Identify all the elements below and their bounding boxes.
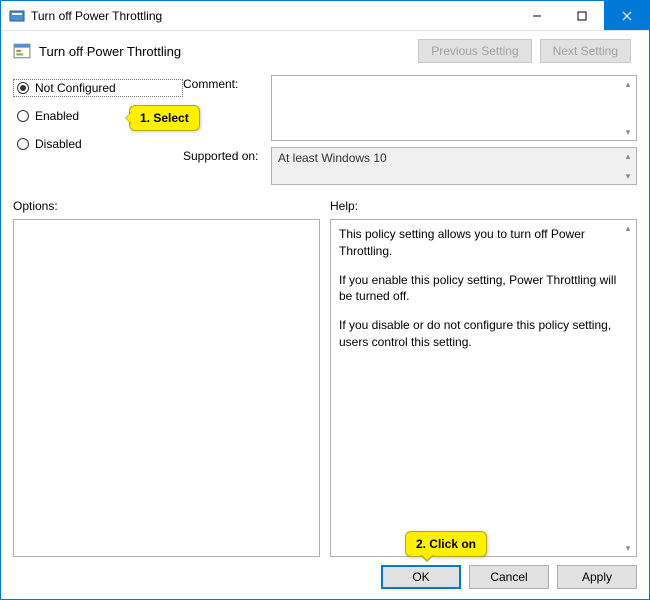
options-box xyxy=(13,219,320,557)
options-column: Options: xyxy=(13,199,320,557)
window-title: Turn off Power Throttling xyxy=(31,9,514,23)
radio-disabled[interactable]: Disabled xyxy=(13,135,183,153)
radio-label: Not Configured xyxy=(35,81,116,95)
apply-button[interactable]: Apply xyxy=(557,565,637,589)
columns-row: Options: Help: This policy setting allow… xyxy=(13,199,637,557)
help-box: This policy setting allows you to turn o… xyxy=(330,219,637,557)
titlebar: Turn off Power Throttling xyxy=(1,1,649,31)
header-row: Turn off Power Throttling Previous Setti… xyxy=(13,39,637,63)
radio-label: Enabled xyxy=(35,109,79,123)
help-paragraph: This policy setting allows you to turn o… xyxy=(339,226,628,260)
annotation-select: 1. Select xyxy=(129,105,200,131)
radio-label: Disabled xyxy=(35,137,82,151)
maximize-button[interactable] xyxy=(559,1,604,30)
help-label: Help: xyxy=(330,199,637,213)
titlebar-buttons xyxy=(514,1,649,30)
help-paragraph: If you enable this policy setting, Power… xyxy=(339,272,628,306)
close-button[interactable] xyxy=(604,1,649,30)
scroll-up-icon[interactable]: ▴ xyxy=(621,149,635,163)
radio-circle-icon xyxy=(17,138,29,150)
comment-textarea[interactable]: ▴ ▾ xyxy=(271,75,637,141)
minimize-button[interactable] xyxy=(514,1,559,30)
cancel-button[interactable]: Cancel xyxy=(469,565,549,589)
scroll-up-icon[interactable]: ▴ xyxy=(621,221,635,235)
content-area: Turn off Power Throttling Previous Setti… xyxy=(1,31,649,599)
radio-circle-icon xyxy=(17,110,29,122)
comment-row: Comment: ▴ ▾ xyxy=(183,75,637,141)
nav-buttons: Previous Setting Next Setting xyxy=(418,39,631,63)
scroll-down-icon[interactable]: ▾ xyxy=(621,169,635,183)
config-fields: Comment: ▴ ▾ Supported on: At least Wind… xyxy=(183,75,637,185)
help-paragraph: If you disable or do not configure this … xyxy=(339,317,628,351)
radio-not-configured[interactable]: Not Configured xyxy=(13,79,183,97)
app-icon xyxy=(9,8,25,24)
supported-label: Supported on: xyxy=(183,147,263,185)
annotation-click-on: 2. Click on xyxy=(405,531,487,557)
supported-value: At least Windows 10 xyxy=(278,151,387,165)
options-label: Options: xyxy=(13,199,320,213)
radio-dot-icon xyxy=(17,82,29,94)
previous-setting-button[interactable]: Previous Setting xyxy=(418,39,531,63)
scroll-up-icon[interactable]: ▴ xyxy=(621,77,635,91)
next-setting-button[interactable]: Next Setting xyxy=(540,39,631,63)
config-row: Not Configured Enabled Disabled Comment:… xyxy=(13,75,637,185)
policy-editor-window: Turn off Power Throttling Turn off Power… xyxy=(0,0,650,600)
supported-on-field: At least Windows 10 ▴ ▾ xyxy=(271,147,637,185)
policy-icon xyxy=(13,42,31,60)
help-column: Help: This policy setting allows you to … xyxy=(330,199,637,557)
policy-title: Turn off Power Throttling xyxy=(39,44,418,59)
footer-buttons: 2. Click on OK Cancel Apply xyxy=(13,557,637,589)
supported-row: Supported on: At least Windows 10 ▴ ▾ xyxy=(183,147,637,185)
scroll-down-icon[interactable]: ▾ xyxy=(621,125,635,139)
scroll-down-icon[interactable]: ▾ xyxy=(621,541,635,555)
